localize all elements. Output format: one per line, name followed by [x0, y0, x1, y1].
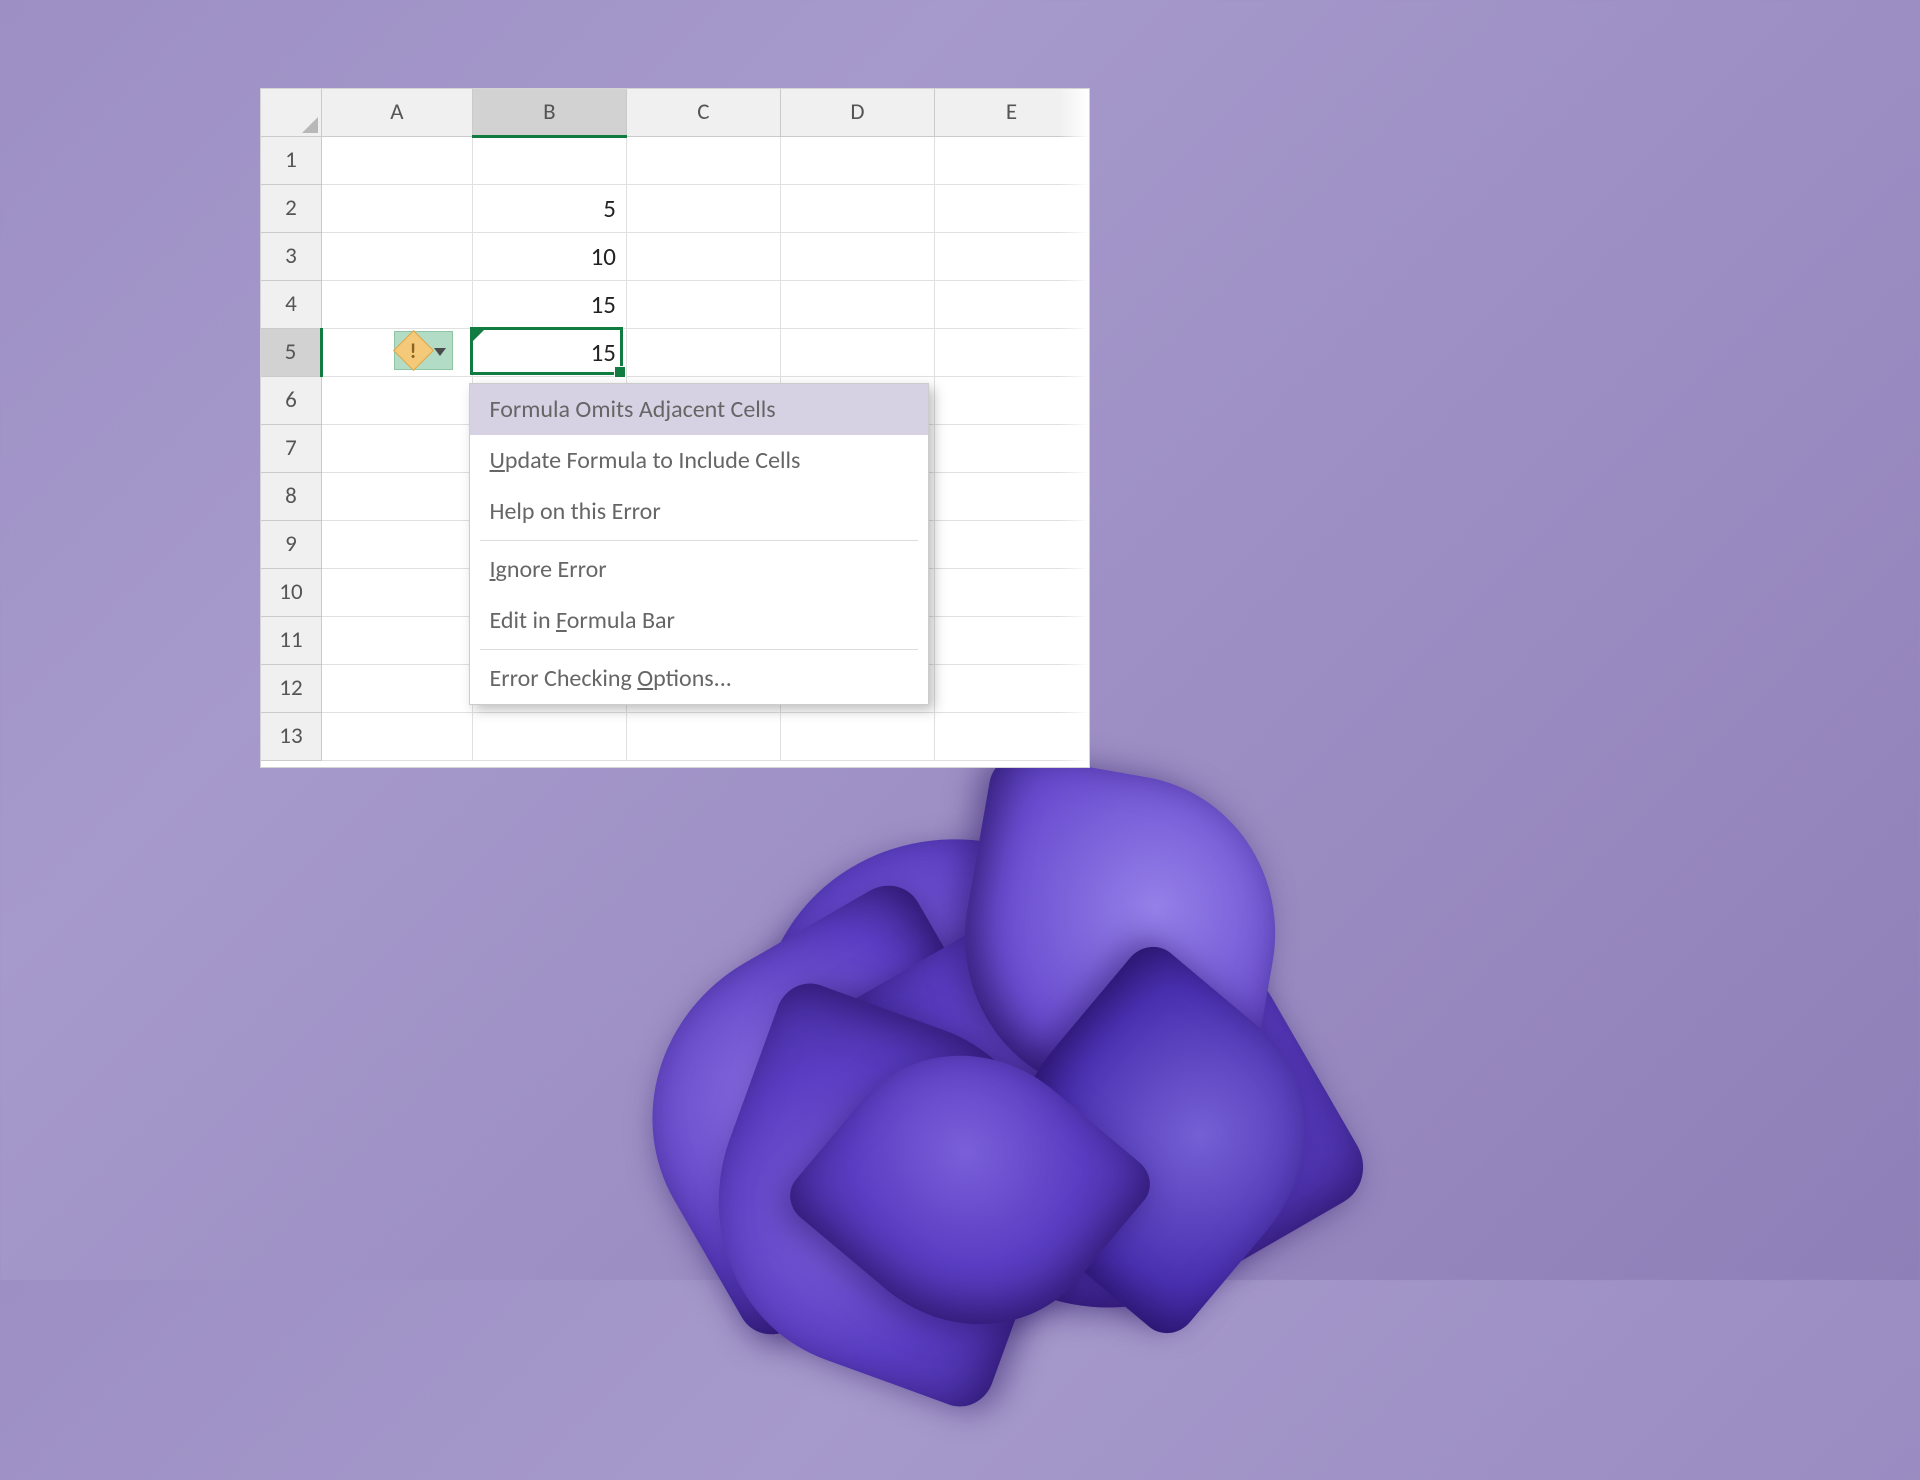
row-header-11[interactable]: 11: [261, 616, 321, 664]
error-smart-tag-button[interactable]: !: [394, 331, 453, 370]
cell-B1[interactable]: [472, 136, 626, 184]
column-header-D[interactable]: D: [780, 89, 934, 136]
cell-A1[interactable]: [321, 136, 472, 184]
cell-C2[interactable]: [626, 184, 780, 232]
cell-A3[interactable]: [321, 232, 472, 280]
cell-D2[interactable]: [780, 184, 934, 232]
cell-A13[interactable]: [321, 712, 472, 760]
cell-B13[interactable]: [472, 712, 626, 760]
row-header-9[interactable]: 9: [261, 520, 321, 568]
cell-B4[interactable]: 15: [472, 280, 626, 328]
spreadsheet-window: ABCDE125310415515678910111213 ! Formula …: [260, 88, 1090, 768]
cell-A8[interactable]: [321, 472, 472, 520]
warning-icon: !: [393, 330, 434, 371]
menu-item-2[interactable]: Help on this Error: [470, 486, 928, 537]
row-header-8[interactable]: 8: [261, 472, 321, 520]
row-header-10[interactable]: 10: [261, 568, 321, 616]
menu-separator: [480, 649, 918, 650]
row-header-3[interactable]: 3: [261, 232, 321, 280]
row-header-13[interactable]: 13: [261, 712, 321, 760]
cell-A12[interactable]: [321, 664, 472, 712]
row-header-12[interactable]: 12: [261, 664, 321, 712]
row-header-1[interactable]: 1: [261, 136, 321, 184]
menu-separator: [480, 540, 918, 541]
cell-C4[interactable]: [626, 280, 780, 328]
fade-overlay: [1059, 89, 1089, 767]
cell-C5[interactable]: [626, 328, 780, 376]
cell-B3[interactable]: 10: [472, 232, 626, 280]
cell-D3[interactable]: [780, 232, 934, 280]
row-header-5[interactable]: 5: [261, 328, 321, 376]
cell-A10[interactable]: [321, 568, 472, 616]
menu-item-7[interactable]: Error Checking Options...: [470, 653, 928, 704]
row-header-6[interactable]: 6: [261, 376, 321, 424]
menu-item-0[interactable]: Formula Omits Adjacent Cells: [470, 384, 928, 435]
column-header-C[interactable]: C: [626, 89, 780, 136]
cell-A9[interactable]: [321, 520, 472, 568]
menu-item-1[interactable]: Update Formula to Include Cells: [470, 435, 928, 486]
cell-C1[interactable]: [626, 136, 780, 184]
row-header-7[interactable]: 7: [261, 424, 321, 472]
select-all-corner[interactable]: [261, 89, 321, 136]
cell-D4[interactable]: [780, 280, 934, 328]
column-header-A[interactable]: A: [321, 89, 472, 136]
chevron-down-icon: [434, 348, 446, 356]
cell-A11[interactable]: [321, 616, 472, 664]
menu-item-4[interactable]: Ignore Error: [470, 544, 928, 595]
cell-A6[interactable]: [321, 376, 472, 424]
cell-C3[interactable]: [626, 232, 780, 280]
cell-A4[interactable]: [321, 280, 472, 328]
cell-C13[interactable]: [626, 712, 780, 760]
row-header-4[interactable]: 4: [261, 280, 321, 328]
cell-A7[interactable]: [321, 424, 472, 472]
cell-A2[interactable]: [321, 184, 472, 232]
cell-B5[interactable]: 15: [472, 328, 626, 376]
menu-item-5[interactable]: Edit in Formula Bar: [470, 595, 928, 646]
cell-D1[interactable]: [780, 136, 934, 184]
row-header-2[interactable]: 2: [261, 184, 321, 232]
column-header-B[interactable]: B: [472, 89, 626, 136]
cell-D13[interactable]: [780, 712, 934, 760]
error-context-menu: Formula Omits Adjacent CellsUpdate Formu…: [469, 383, 929, 705]
cell-D5[interactable]: [780, 328, 934, 376]
cell-B2[interactable]: 5: [472, 184, 626, 232]
